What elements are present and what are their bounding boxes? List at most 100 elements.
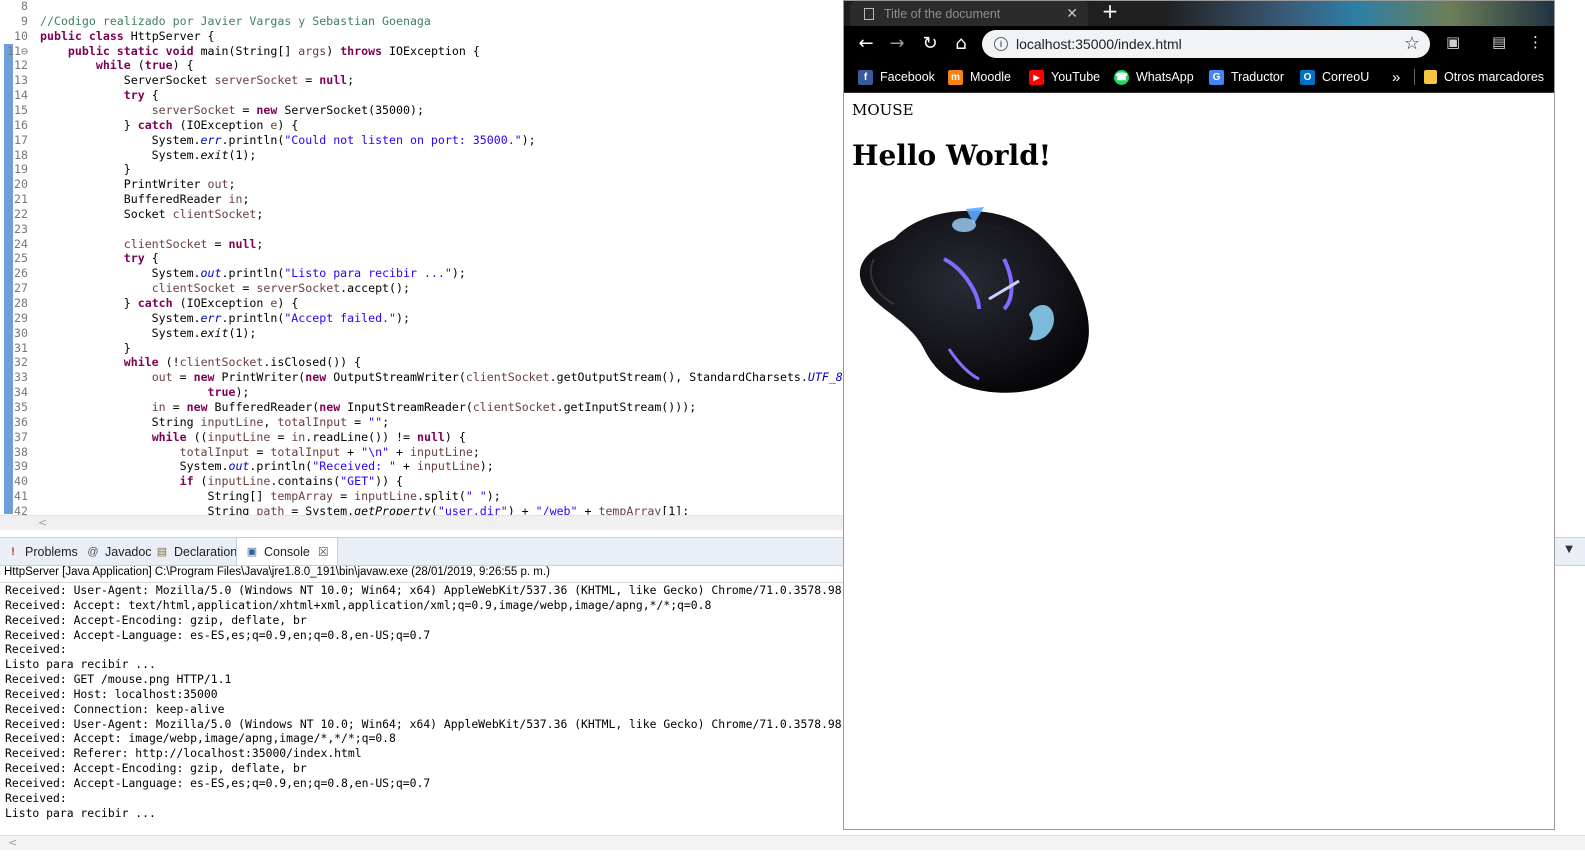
view-menu-icon[interactable]: ▼ [1565,544,1573,555]
code-line[interactable]: 22 Socket clientSocket; [0,207,263,222]
code-line[interactable]: 13 ServerSocket serverSocket = null; [0,73,354,88]
tab-console[interactable]: ▣ Console ☒ [236,538,338,565]
code-line[interactable]: 20 PrintWriter out; [0,177,235,192]
forward-icon[interactable]: → [883,26,911,62]
bookmark-star-icon[interactable]: ☆ [1404,33,1420,54]
page-caption: MOUSE [852,101,914,119]
site-info-icon[interactable]: i [994,37,1008,51]
bookmark-label: Moodle [970,70,1011,84]
back-icon[interactable]: ← [852,26,880,62]
code-line[interactable]: 31 } [0,341,131,356]
line-number: 12 [14,58,28,73]
tab-declaration-label: Declaration [174,544,238,559]
tab-problems[interactable]: ! Problems [6,538,78,565]
code-line[interactable]: 18 System.exit(1); [0,148,256,163]
bookmark-traductor[interactable]: G Traductor [1209,62,1284,92]
code-editor[interactable]: 8 9 //Codigo realizado por Javier Vargas y… [0,0,845,515]
code-line[interactable]: 34 true); [0,385,249,400]
reload-icon[interactable]: ↻ [916,26,944,62]
close-console-icon[interactable]: ☒ [318,545,329,559]
console-horizontal-scrollbar[interactable]: < [0,835,1585,850]
bookmark-moodle[interactable]: m Moodle [948,62,1011,92]
line-number: 26 [14,266,28,281]
line-number: 35 [14,399,28,414]
code-line[interactable]: 35 in = new BufferedReader(new InputStre… [0,400,696,415]
line-number: 18 [14,147,28,162]
code-line[interactable]: 24 clientSocket = null; [0,237,263,252]
tab-declaration[interactable]: ▤ Declaration [155,538,237,565]
code-line[interactable]: 32 while (!clientSocket.isClosed()) { [0,355,361,370]
tab-javadoc[interactable]: @ Javadoc [86,538,151,565]
console-line: Received: Accept-Language: es-ES,es;q=0.… [5,775,431,790]
code-line[interactable]: 11⊖ public static void main(String[] arg… [0,44,480,59]
more-bookmarks-button[interactable]: » [1392,62,1400,92]
code-line[interactable]: 28 } catch (IOException e) { [0,296,298,311]
line-number: 19 [14,162,28,177]
console-output[interactable]: Received: User-Agent: Mozilla/5.0 (Windo… [0,582,845,838]
bookmark-label: CorreoU [1322,70,1370,84]
console-line: Received: Accept: text/html,application/… [5,597,712,612]
code-line[interactable]: 41 String[] tempArray = inputLine.split(… [0,489,501,504]
address-bar[interactable]: i localhost:35000/index.html ☆ [982,30,1430,58]
console-line: Received: Accept-Language: es-ES,es;q=0.… [5,627,431,642]
browser-tab[interactable]: Title of the document ✕ [850,1,1088,26]
code-line[interactable]: 8 [0,0,40,14]
bookmark-correou[interactable]: O CorreoU [1300,62,1369,92]
code-line[interactable]: 15 serverSocket = new ServerSocket(35000… [0,103,424,118]
code-text: in = new BufferedReader(new InputStreamR… [151,399,697,414]
code-text: Socket clientSocket; [40,206,264,221]
bookmark-youtube[interactable]: ▶ YouTube [1029,62,1100,92]
other-bookmarks-folder[interactable]: Otros marcadores [1424,62,1544,92]
code-text: clientSocket = serverSocket.accept(); [151,281,410,296]
menu-kebab-icon[interactable]: ⋮ [1528,33,1543,51]
line-number: 14 [14,88,28,103]
code-line[interactable]: 30 System.exit(1); [0,326,256,341]
home-icon[interactable]: ⌂ [947,26,975,62]
code-line[interactable]: 9 //Codigo realizado por Javier Vargas y … [0,14,431,29]
mouse-image [859,207,1089,393]
browser-window: Title of the document ✕ + ← → ↻ ⌂ i loca… [843,0,1555,830]
code-line[interactable]: 16 } catch (IOException e) { [0,118,298,133]
scroll-left-icon[interactable]: < [38,516,47,530]
code-line[interactable]: 19 } [0,162,131,177]
code-text: public static void main(String[] args) t… [67,43,480,58]
camera-icon[interactable]: ▣ [1446,33,1460,51]
code-line[interactable]: 29 System.err.println("Accept failed."); [0,311,410,326]
code-line[interactable]: 40 if (inputLine.contains("GET")) { [0,474,403,489]
console-line: Received: Accept-Encoding: gzip, deflate… [5,761,307,776]
bookmark-facebook[interactable]: f Facebook [858,62,935,92]
code-line[interactable]: 36 String inputLine, totalInput = ""; [0,415,389,430]
code-line[interactable]: 17 System.err.println("Could not listen … [0,133,536,148]
bookmark-whatsapp[interactable]: ☎ WhatsApp [1114,62,1194,92]
code-line[interactable]: 37 while ((inputLine = in.readLine()) !=… [0,430,466,445]
bookmark-label: YouTube [1051,70,1101,84]
code-line[interactable]: 42 String path = System.getProperty("use… [0,504,689,515]
browser-toolbar: ← → ↻ ⌂ i localhost:35000/index.html ☆ ▣… [844,26,1554,62]
code-line[interactable]: 26 System.out.println("Listo para recibi… [0,266,466,281]
youtube-icon: ▶ [1029,69,1044,85]
code-line[interactable]: 10 public class HttpServer { [0,29,215,44]
code-line[interactable]: 39 System.out.println("Received: " + inp… [0,459,494,474]
code-line[interactable]: 23 [0,222,40,237]
scroll-left-icon[interactable]: < [8,836,17,850]
code-line[interactable]: 14 try { [0,88,159,103]
code-line[interactable]: 27 clientSocket = serverSocket.accept(); [0,281,410,296]
console-line: Received: Accept: image/webp,image/apng,… [5,731,396,746]
code-text: serverSocket = new ServerSocket(35000); [151,102,424,117]
code-line[interactable]: 12 while (true) { [0,58,194,73]
line-number: 8 [21,0,28,13]
code-line[interactable]: 21 BufferedReader in; [0,192,249,207]
code-line[interactable]: 25 try { [0,251,159,266]
code-text: PrintWriter out; [40,177,236,192]
code-line[interactable]: 38 totalInput = totalInput + "\n" + inpu… [0,445,480,460]
editor-horizontal-scrollbar[interactable]: < [0,515,845,530]
line-number: 30 [14,325,28,340]
console-line: Listo para recibir ... [5,805,156,820]
code-line[interactable]: 33 out = new PrintWriter(new OutputStrea… [0,370,845,385]
code-text: true); [207,385,250,400]
extension-icon[interactable]: ▤ [1492,33,1506,51]
line-number: 41 [14,489,28,504]
browser-tabstrip: Title of the document ✕ + [844,1,1554,26]
close-tab-icon[interactable]: ✕ [1066,6,1078,22]
new-tab-icon[interactable]: + [1099,1,1121,23]
